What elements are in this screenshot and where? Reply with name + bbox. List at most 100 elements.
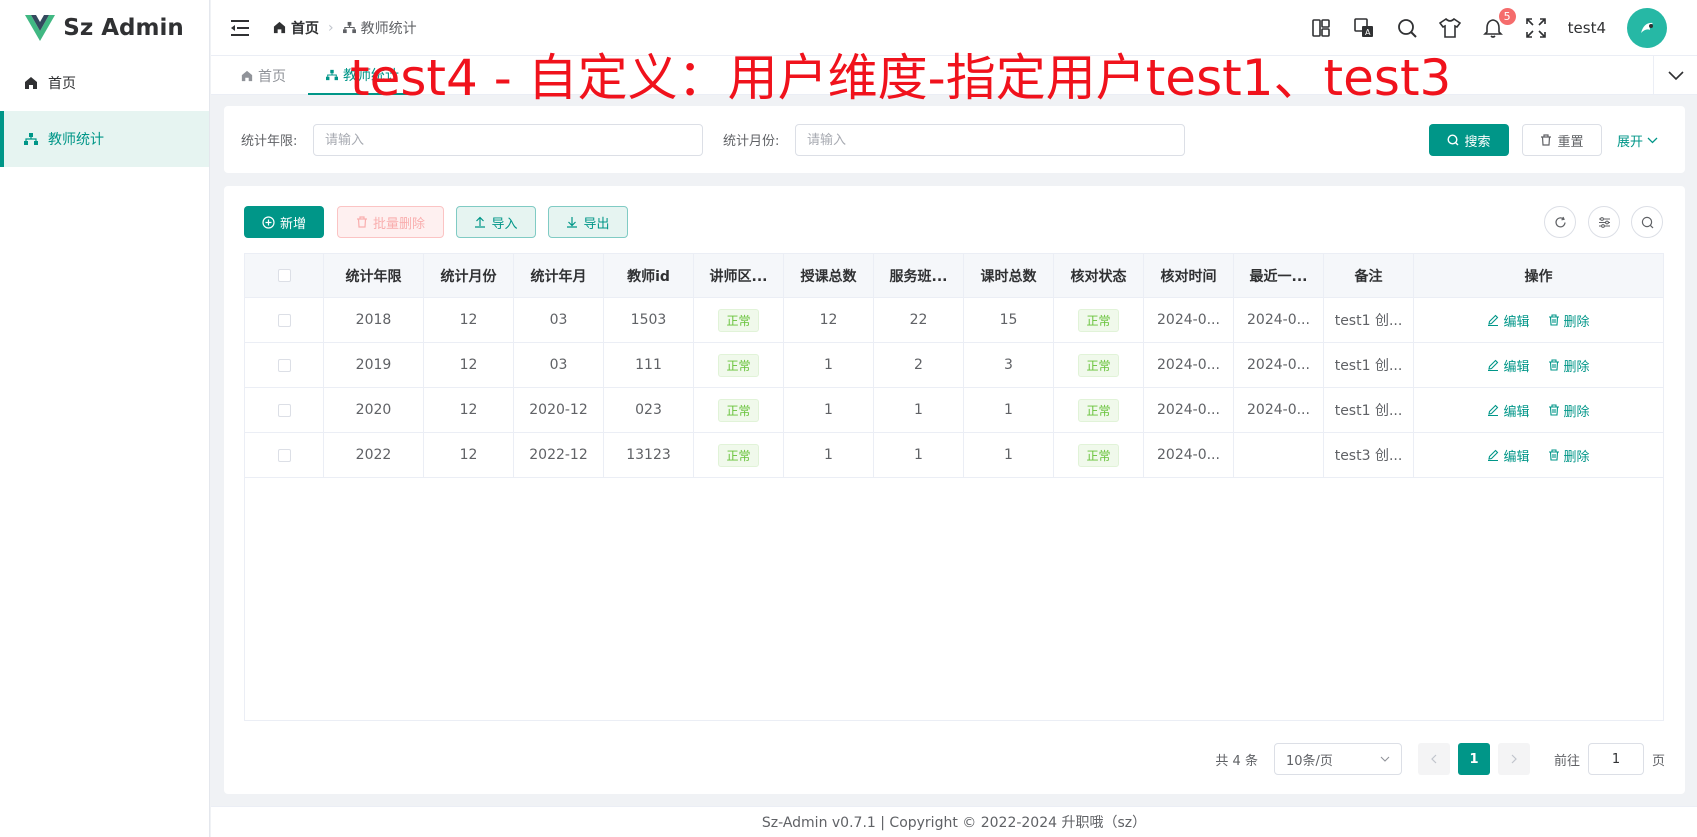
delete-button[interactable]: 删除 xyxy=(1548,446,1590,465)
home-icon xyxy=(241,70,253,81)
page-size-select[interactable]: 10条/页 xyxy=(1273,743,1402,775)
theme-shirt-icon[interactable] xyxy=(1438,17,1461,39)
chevron-down-icon xyxy=(1647,137,1658,144)
fullscreen-icon[interactable] xyxy=(1525,17,1547,39)
table-cell: 2020-12 xyxy=(514,388,604,432)
goto-page-input[interactable]: 1 xyxy=(1587,743,1644,775)
select-all-checkbox[interactable] xyxy=(277,269,291,282)
username[interactable]: test4 xyxy=(1568,19,1606,37)
column-header[interactable]: 讲师区... xyxy=(694,254,784,297)
edit-icon xyxy=(1488,449,1499,461)
page-number-button[interactable]: 1 xyxy=(1457,743,1490,775)
table-cell: 1503 xyxy=(604,298,694,342)
table-cell: 12 xyxy=(784,298,874,342)
avatar[interactable] xyxy=(1627,7,1667,48)
table-cell: 1 xyxy=(784,433,874,477)
edit-icon xyxy=(1488,314,1499,326)
column-header[interactable]: 核对时间 xyxy=(1144,254,1234,297)
table-cell: 1 xyxy=(964,433,1054,477)
table-cell: 2024-0... xyxy=(1234,298,1324,342)
translate-icon[interactable]: A xyxy=(1353,17,1375,39)
edit-button[interactable]: 编辑 xyxy=(1487,401,1530,420)
table-cell: 12 xyxy=(424,343,514,387)
notification-bell-icon[interactable]: 5 xyxy=(1482,7,1516,39)
year-limit-input[interactable] xyxy=(313,124,703,156)
tabs-more-chevron-down-icon[interactable] xyxy=(1653,56,1697,95)
year-limit-label: 统计年限: xyxy=(241,134,298,149)
sidebar-item-home[interactable]: 首页 xyxy=(0,55,209,111)
status-badge: 正常 xyxy=(718,398,759,422)
column-settings-button[interactable] xyxy=(1588,206,1620,238)
breadcrumb-home[interactable]: 首页 xyxy=(273,18,319,38)
edit-button[interactable]: 编辑 xyxy=(1487,446,1530,465)
column-header[interactable]: 备注 xyxy=(1324,254,1414,297)
sidebar-item-teacher-stats[interactable]: 教师统计 xyxy=(0,111,209,167)
column-header[interactable]: 课时总数 xyxy=(964,254,1054,297)
table-cell: 3 xyxy=(964,343,1054,387)
table-cell: 1 xyxy=(874,388,964,432)
export-button[interactable]: 导出 xyxy=(548,206,628,238)
table-cell: 2024-0... xyxy=(1144,388,1234,432)
batch-delete-button[interactable]: 批量删除 xyxy=(337,206,444,238)
table-cell: 2024-0... xyxy=(1234,388,1324,432)
layout-icon[interactable] xyxy=(1310,17,1332,39)
column-header[interactable]: 教师id xyxy=(604,254,694,297)
table-row: 2022 12 2022-12 13123 正常 1 1 1 正常 2024-0… xyxy=(245,433,1663,478)
plus-circle-icon xyxy=(262,215,275,229)
trash-icon xyxy=(356,216,367,228)
app-logo[interactable]: Sz Admin xyxy=(0,0,209,55)
edit-button[interactable]: 编辑 xyxy=(1487,356,1530,375)
select-all-cell xyxy=(245,254,324,297)
row-checkbox[interactable] xyxy=(277,448,291,462)
add-button[interactable]: 新增 xyxy=(244,206,324,238)
delete-button[interactable]: 删除 xyxy=(1548,356,1590,375)
expand-link[interactable]: 展开 xyxy=(1617,131,1658,150)
next-page-button[interactable] xyxy=(1497,743,1530,775)
column-header[interactable]: 操作 xyxy=(1414,254,1663,297)
column-header[interactable]: 统计年月 xyxy=(514,254,604,297)
column-header[interactable]: 服务班... xyxy=(874,254,964,297)
table-cell: 12 xyxy=(424,298,514,342)
upload-icon xyxy=(475,216,486,228)
import-button[interactable]: 导入 xyxy=(456,206,536,238)
delete-button[interactable]: 删除 xyxy=(1548,311,1590,330)
reset-button[interactable]: 重置 xyxy=(1522,124,1602,156)
row-checkbox[interactable] xyxy=(277,403,291,417)
edit-button[interactable]: 编辑 xyxy=(1487,311,1530,330)
breadcrumb-separator-icon: › xyxy=(328,19,334,36)
table-cell: 2 xyxy=(874,343,964,387)
breadcrumb-current: 教师统计 xyxy=(342,18,417,38)
column-header[interactable]: 授课总数 xyxy=(784,254,874,297)
table-cell: 13123 xyxy=(604,433,694,477)
toggle-search-button[interactable] xyxy=(1631,206,1663,238)
month-input[interactable] xyxy=(795,124,1185,156)
search-button[interactable]: 搜索 xyxy=(1429,124,1509,156)
delete-button[interactable]: 删除 xyxy=(1548,401,1590,420)
app-title: Sz Admin xyxy=(63,14,184,41)
chevron-right-icon xyxy=(1511,754,1517,764)
status-badge: 正常 xyxy=(1078,353,1119,377)
trash-icon xyxy=(1548,449,1559,461)
row-checkbox[interactable] xyxy=(277,358,291,372)
menu-collapse-icon[interactable] xyxy=(229,17,251,39)
table-cell: test3 创... xyxy=(1324,433,1414,477)
column-header[interactable]: 统计月份 xyxy=(424,254,514,297)
row-checkbox[interactable] xyxy=(277,313,291,327)
column-header[interactable]: 核对状态 xyxy=(1054,254,1144,297)
annotation-overlay-text: test4 - 自定义：用户维度-指定用户test1、test3 xyxy=(350,49,1452,107)
tab-home[interactable]: 首页 xyxy=(241,56,286,95)
table-cell: 1 xyxy=(964,388,1054,432)
table-cell: test1 创... xyxy=(1324,343,1414,387)
column-header[interactable]: 统计年限 xyxy=(324,254,424,297)
table-cell: 12 xyxy=(424,388,514,432)
home-icon xyxy=(25,77,37,89)
table-cell: 2024-0... xyxy=(1144,298,1234,342)
search-icon[interactable] xyxy=(1396,17,1418,39)
trash-icon xyxy=(1548,404,1559,416)
footer: Sz-Admin v0.7.1 | Copyright © 2022-2024 … xyxy=(211,806,1697,837)
status-badge: 正常 xyxy=(718,353,759,377)
refresh-button[interactable] xyxy=(1544,206,1576,238)
breadcrumb: 首页 › 教师统计 xyxy=(273,18,417,38)
prev-page-button[interactable] xyxy=(1417,743,1450,775)
column-header[interactable]: 最近一... xyxy=(1234,254,1324,297)
